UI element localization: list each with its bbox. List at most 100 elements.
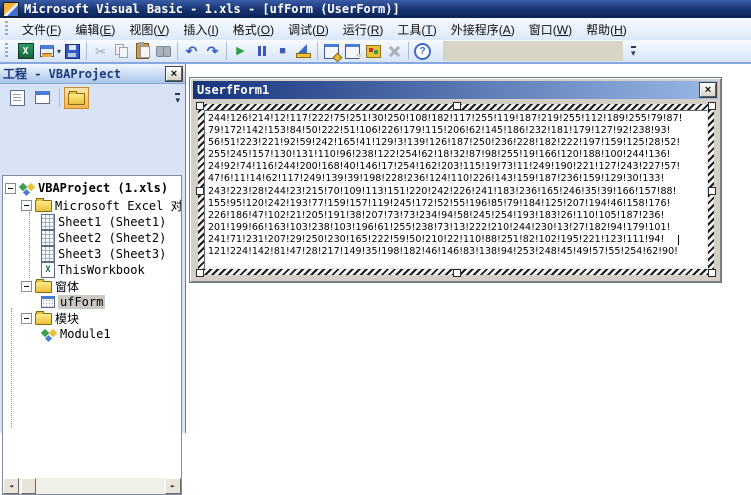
- tree-item-sheet3[interactable]: Sheet3 (Sheet3): [41, 246, 166, 262]
- menu-tools[interactable]: 工具(T): [390, 18, 443, 41]
- control-selection-border[interactable]: 244!126!214!12!117!222!75!251!30!250!108…: [198, 104, 714, 275]
- textbox-line: 47!6!11!14!62!117!249!139!39!198!228!236…: [208, 173, 705, 185]
- tree-label: Sheet2 (Sheet2): [58, 231, 166, 245]
- help-icon: ?: [414, 43, 431, 60]
- vb-app-icon: [3, 2, 19, 17]
- toolbar-empty-area: [443, 41, 623, 61]
- collapse-icon[interactable]: [5, 183, 16, 194]
- scrollbar-track[interactable]: [19, 478, 165, 494]
- selection-handle-mid-right[interactable]: [708, 187, 716, 195]
- tree-item-sheet2[interactable]: Sheet2 (Sheet2): [41, 230, 166, 246]
- collapse-icon[interactable]: [21, 200, 32, 211]
- run-button[interactable]: ▶: [230, 41, 251, 62]
- tree-label: 模块: [55, 310, 79, 327]
- view-object-button[interactable]: [30, 87, 55, 109]
- save-button[interactable]: [62, 41, 83, 62]
- break-button[interactable]: [251, 41, 272, 62]
- selection-handle-top-left[interactable]: [196, 102, 204, 110]
- scroll-right-button[interactable]: ►: [165, 478, 181, 494]
- copy-button[interactable]: [111, 41, 132, 62]
- project-explorer-button[interactable]: [321, 41, 342, 62]
- userform-design-surface[interactable]: 244!126!214!12!117!222!75!251!30!250!108…: [193, 99, 718, 279]
- tools-icon: [388, 45, 401, 58]
- view-excel-button[interactable]: X: [15, 41, 36, 62]
- tree-horizontal-scrollbar[interactable]: ◄ ►: [3, 478, 181, 494]
- selection-handle-top-right[interactable]: [708, 102, 716, 110]
- menu-insert[interactable]: 插入(I): [176, 18, 225, 41]
- userform-titlebar[interactable]: UserfForm1 ×: [193, 81, 718, 99]
- menu-help[interactable]: 帮助(H): [579, 18, 634, 41]
- panel-toolbar-options-button[interactable]: ▾: [175, 93, 180, 104]
- menu-window[interactable]: 窗口(W): [522, 18, 579, 41]
- object-browser-button[interactable]: [363, 41, 384, 62]
- worksheet-icon: [41, 230, 55, 246]
- reset-button[interactable]: ■: [272, 41, 293, 62]
- toolbar-options-button[interactable]: ▾: [631, 46, 636, 57]
- selection-handle-bottom-right[interactable]: [708, 269, 716, 277]
- paste-button[interactable]: [132, 41, 153, 62]
- cut-button[interactable]: ✂: [90, 41, 111, 62]
- scrollbar-thumb[interactable]: [21, 478, 36, 494]
- insert-dropdown-arrow-icon[interactable]: ▾: [57, 47, 61, 56]
- toolbar-separator: [226, 42, 227, 60]
- userform-designer-window[interactable]: UserfForm1 × 244!126!214!12!117!222!75!2…: [189, 77, 722, 283]
- tree-item-forms-folder[interactable]: 窗体: [21, 278, 79, 294]
- project-explorer-close-button[interactable]: ×: [166, 67, 182, 81]
- design-mode-button[interactable]: [293, 41, 314, 62]
- tree-item-excel-objects[interactable]: Microsoft Excel 对象: [21, 197, 182, 213]
- toggle-folders-button[interactable]: [64, 87, 89, 109]
- folder-icon: [35, 313, 52, 325]
- insert-userform-button[interactable]: [36, 41, 57, 62]
- main-titlebar: Microsoft Visual Basic - 1.xls - [ufForm…: [0, 0, 751, 18]
- userform-textbox[interactable]: 244!126!214!12!117!222!75!251!30!250!108…: [204, 110, 708, 269]
- tree-item-ufform[interactable]: ufForm: [41, 294, 105, 310]
- scroll-left-button[interactable]: ◄: [3, 478, 19, 494]
- view-object-icon: [35, 91, 50, 104]
- textbox-line: 255!245!157!130!131!110!96!238!122!254!6…: [208, 149, 705, 161]
- menu-view[interactable]: 视图(V): [122, 18, 176, 41]
- userform-icon: [40, 45, 54, 57]
- tree-item-modules-folder[interactable]: 模块: [21, 310, 79, 326]
- floppy-icon: [65, 44, 80, 59]
- selection-handle-bottom-left[interactable]: [196, 269, 204, 277]
- find-button[interactable]: [153, 41, 174, 62]
- collapse-icon[interactable]: [21, 281, 32, 292]
- menu-file[interactable]: 文件(F): [15, 18, 68, 41]
- redo-button[interactable]: ↷: [202, 41, 223, 62]
- toolbar-grip-handle[interactable]: [5, 43, 8, 59]
- tree-item-thisworkbook[interactable]: X ThisWorkbook: [41, 262, 145, 278]
- selection-handle-mid-left[interactable]: [196, 187, 204, 195]
- view-code-button[interactable]: [5, 87, 30, 109]
- selection-handle-bottom-center[interactable]: [453, 269, 461, 277]
- textbox-line: 226!186!47!102!21!205!191!38!207!73!73!2…: [208, 210, 705, 222]
- toolbox-button[interactable]: [384, 41, 405, 62]
- tree-item-vbaproject[interactable]: VBAProject (1.xls): [5, 180, 168, 196]
- workbook-icon: X: [41, 262, 55, 278]
- help-button[interactable]: ?: [412, 41, 433, 62]
- design-mode-icon: [296, 44, 311, 58]
- toolbar-separator: [86, 42, 87, 60]
- collapse-icon[interactable]: [21, 313, 32, 324]
- clipboard-icon: [136, 43, 149, 59]
- menu-edit[interactable]: 编辑(E): [68, 18, 122, 41]
- undo-button[interactable]: ↶: [181, 41, 202, 62]
- mdi-client-area: UserfForm1 × 244!126!214!12!117!222!75!2…: [187, 64, 751, 433]
- project-explorer-header[interactable]: 工程 - VBAProject ×: [0, 64, 185, 84]
- tree-label: VBAProject (1.xls): [38, 181, 168, 195]
- menubar-grip-handle[interactable]: [5, 21, 8, 37]
- project-tree[interactable]: VBAProject (1.xls) Microsoft Excel 对象 Sh…: [2, 175, 182, 495]
- tree-connector: [29, 212, 30, 278]
- tree-item-sheet1[interactable]: Sheet1 (Sheet1): [41, 214, 166, 230]
- properties-window-button[interactable]: [342, 41, 363, 62]
- menu-debug[interactable]: 调试(D): [281, 18, 336, 41]
- textbox-line: 201!199!66!163!103!238!103!196!61!255!23…: [208, 222, 705, 234]
- menu-run[interactable]: 运行(R): [336, 18, 391, 41]
- tree-item-module1[interactable]: Module1: [41, 326, 111, 342]
- userform-close-button[interactable]: ×: [700, 83, 716, 97]
- menu-addins[interactable]: 外接程序(A): [444, 18, 522, 41]
- userform-title: UserfForm1: [197, 83, 269, 97]
- folder-icon: [35, 281, 52, 293]
- selection-handle-top-center[interactable]: [453, 102, 461, 110]
- menu-format[interactable]: 格式(O): [226, 18, 281, 41]
- project-explorer-panel: 工程 - VBAProject × ▾ VBAProject (1.xls) M…: [0, 64, 186, 433]
